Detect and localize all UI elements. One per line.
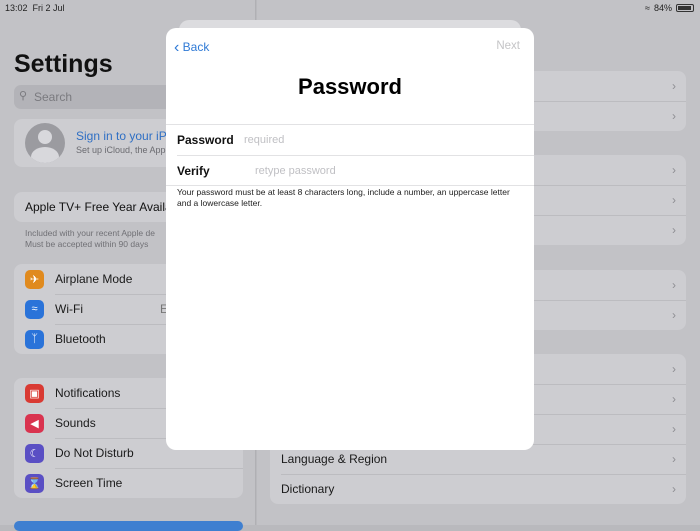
chevron-right-icon: › [672, 452, 676, 466]
wifi-status-icon: ≈ [645, 3, 650, 13]
password-form: Password Verify [166, 124, 534, 186]
chevron-right-icon: › [672, 362, 676, 376]
chevron-right-icon: › [672, 392, 676, 406]
password-label: Password [177, 133, 234, 147]
verify-field[interactable] [255, 164, 505, 177]
avatar [25, 123, 65, 163]
chevron-right-icon: › [672, 308, 676, 322]
password-hint: Your password must be at least 8 charact… [177, 187, 510, 208]
promo-title: Apple TV+ Free Year Availab [25, 200, 179, 214]
chevron-right-icon: › [672, 422, 676, 436]
detail-row-dictionary[interactable]: Dictionary › [270, 474, 686, 504]
password-sheet: ‹ Back Next Password Password Verify You… [166, 28, 534, 450]
verify-label: Verify [177, 163, 210, 178]
promo-note: Included with your recent Apple de Must b… [25, 228, 155, 249]
chevron-right-icon: › [672, 193, 676, 207]
sidebar-item-screen-time[interactable]: ⌛ Screen Time [14, 468, 243, 498]
battery-icon [676, 4, 694, 12]
airplane-icon: ✈ [25, 269, 44, 289]
account-title: Sign in to your iPa [76, 129, 174, 143]
bluetooth-icon: ᛉ [25, 329, 44, 349]
chevron-right-icon: › [672, 109, 676, 123]
hourglass-icon: ⌛ [25, 473, 44, 493]
chevron-right-icon: › [672, 79, 676, 93]
password-field[interactable] [244, 134, 494, 146]
chevron-right-icon: › [672, 482, 676, 496]
account-subtitle: Set up iCloud, the App [76, 145, 166, 155]
search-icon: ⚲ [19, 90, 28, 102]
page-title: Settings [14, 50, 113, 78]
chevron-right-icon: › [672, 278, 676, 292]
wifi-icon: ≈ [25, 299, 44, 319]
sounds-icon: ◀ [25, 413, 44, 433]
chevron-right-icon: › [672, 223, 676, 237]
back-button[interactable]: ‹ Back [174, 39, 209, 57]
next-group-edge [14, 521, 243, 531]
chevron-left-icon: ‹ [174, 39, 180, 56]
next-button[interactable]: Next [496, 40, 520, 52]
status-bar: 13:02 Fri 2 Jul ≈84% [0, 0, 700, 16]
sheet-title: Password [298, 74, 402, 99]
notifications-icon: ▣ [25, 383, 44, 403]
moon-icon: ☾ [25, 443, 44, 463]
chevron-right-icon: › [672, 163, 676, 177]
